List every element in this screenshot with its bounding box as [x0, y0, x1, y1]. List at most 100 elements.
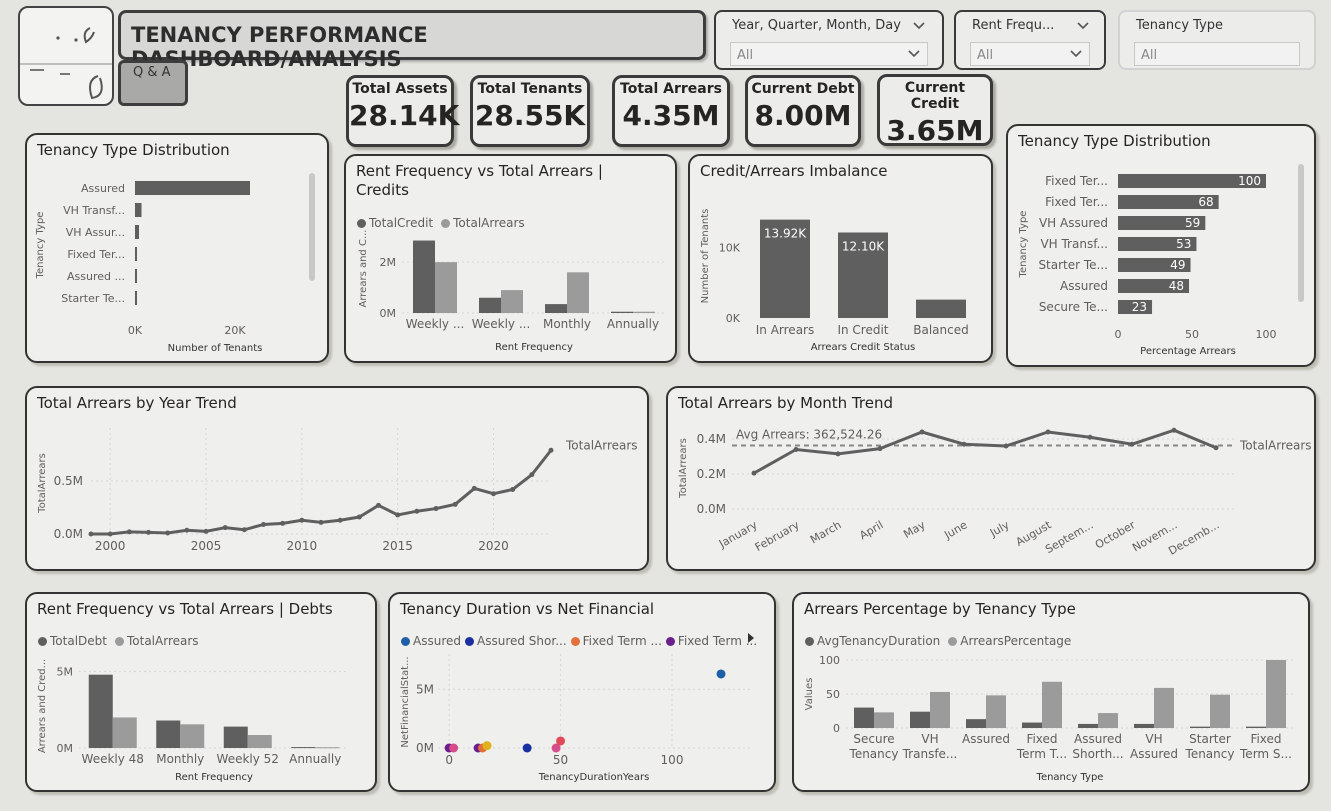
bar — [223, 726, 248, 748]
bar — [247, 735, 272, 748]
y-tick-label: 0M — [57, 742, 74, 755]
chart-plot: 0M 5M 0 50 100 TenancyDurationYears NetFinanci… — [400, 654, 750, 783]
data-point — [414, 508, 420, 514]
y-tick-label: 0.5M — [54, 474, 83, 488]
qa-button[interactable]: Q & A — [118, 60, 188, 106]
date-slicer-dropdown[interactable]: All — [730, 42, 928, 66]
data-label: 100 — [1238, 174, 1261, 188]
chevron-down-icon[interactable] — [912, 21, 926, 31]
data-label: 49 — [1170, 258, 1185, 272]
data-point — [510, 486, 516, 492]
bar — [135, 291, 137, 305]
y-tick-label: 0 — [833, 722, 840, 735]
y-tick-label: Fixed Ter... — [67, 248, 125, 261]
card-rent-freq-debt[interactable]: Rent Frequency vs Total Arrears | Debts … — [25, 592, 377, 792]
x-tick-label: Starter — [1189, 732, 1231, 746]
data-point — [452, 501, 458, 507]
x-tick-label: 0K — [128, 324, 143, 337]
bar — [291, 747, 316, 749]
tenancy-type-slicer-dropdown[interactable]: All — [1134, 42, 1300, 66]
data-point — [548, 447, 554, 453]
rent-frequency-slicer[interactable]: Rent Frequ... All — [954, 10, 1106, 70]
x-tick-label: Weekly ... — [472, 317, 531, 331]
data-point — [919, 429, 925, 435]
data-point — [376, 502, 381, 508]
tenancy-type-slicer[interactable]: Tenancy Type All — [1118, 10, 1316, 70]
y-axis-title: TotalArrears — [37, 453, 48, 514]
bar — [611, 311, 633, 313]
y-axis-title: Number of Tenants — [700, 209, 711, 304]
rent-frequency-slicer-dropdown[interactable]: All — [970, 42, 1090, 66]
x-axis-title: TenancyDurationYears — [538, 772, 650, 783]
chart-plot: 0M 2M Weekly ... Weekly ... Monthly Annually R… — [358, 230, 666, 353]
card-arrears-year[interactable]: Total Arrears by Year Trend 0.0M 0.5M 2000… — [25, 386, 649, 571]
y-axis-title: Tenancy Type — [1018, 211, 1029, 279]
x-axis-title: Rent Frequency — [175, 772, 253, 783]
data-point — [1003, 443, 1009, 449]
bar — [435, 262, 457, 313]
x-tick-label: 0 — [1115, 328, 1122, 341]
bar — [315, 747, 340, 749]
y-tick-label: VH Assur... — [66, 226, 125, 239]
x-tick-label: Monthly — [543, 317, 591, 331]
data-point — [261, 521, 266, 527]
card-arrears-pct-type[interactable]: Arrears Percentage by Tenancy Type AvgTe… — [792, 592, 1310, 792]
x-axis-title: Rent Frequency — [495, 342, 573, 353]
y-tick-label: Assured — [1060, 279, 1108, 293]
bar — [966, 719, 986, 728]
x-tick-label: Term S... — [1239, 747, 1292, 761]
kpi-total-arrears: Total Arrears 4.35M — [612, 75, 730, 147]
data-point — [184, 527, 190, 533]
bar — [1098, 713, 1118, 728]
bar — [1246, 726, 1266, 728]
bar — [567, 272, 589, 313]
data-point — [491, 491, 496, 497]
data-point — [877, 446, 883, 452]
data-point — [88, 531, 94, 537]
x-tick-label: 0 — [445, 753, 453, 767]
y-tick-label: 0M — [416, 741, 434, 755]
data-label: 53 — [1176, 237, 1191, 251]
kpi-total-tenants: Total Tenants 28.55K — [470, 75, 590, 147]
bar — [112, 717, 137, 748]
x-tick-label: 2010 — [287, 539, 318, 553]
x-axis-title: Number of Tenants — [168, 343, 263, 354]
card-tenancy-type-count[interactable]: Tenancy Type Distribution 0K 20K Assured VH… — [25, 133, 329, 363]
kpi-value: 3.65M — [886, 114, 984, 147]
y-tick-label: VH Transf... — [1040, 237, 1108, 251]
x-tick-label: Septem... — [1043, 518, 1095, 556]
date-slicer[interactable]: Year, Quarter, Month, Day All — [714, 10, 944, 70]
date-slicer-label: Year, Quarter, Month, Day — [732, 18, 901, 33]
card-duration-vs-net[interactable]: Tenancy Duration vs Net Financial Assure… — [388, 592, 776, 792]
tenancy-type-slicer-value: All — [1141, 48, 1158, 63]
x-tick-label: 2005 — [191, 539, 222, 553]
data-point — [356, 514, 362, 520]
date-slicer-value: All — [737, 48, 754, 63]
card-rent-freq-credit[interactable]: Rent Frequency vs Total Arrears | Credit… — [344, 154, 677, 363]
card-tenancy-type-pct[interactable]: Tenancy Type Distribution 0 50 100 Fixed Te… — [1006, 124, 1316, 367]
card-credit-arrears-imbalance[interactable]: Credit/Arrears Imbalance 0K 10K 13.92K In A… — [688, 154, 993, 363]
data-point — [835, 451, 841, 457]
x-tick-label: Weekly ... — [406, 317, 465, 331]
kpi-value: 8.00M — [754, 99, 852, 132]
x-tick-label: Secure — [853, 732, 894, 746]
x-tick-label: 100 — [661, 753, 684, 767]
card-arrears-month[interactable]: Total Arrears by Month Trend 0.0M 0.2M 0.4… — [666, 386, 1316, 571]
kpi-current-debt: Current Debt 8.00M — [745, 75, 861, 147]
y-tick-label: Starter Te... — [1038, 258, 1108, 272]
kpi-value: 28.55K — [474, 99, 586, 132]
y-tick-label: Fixed Ter... — [1045, 174, 1108, 188]
x-tick-label: 50 — [1185, 328, 1199, 341]
kpi-value: 4.35M — [622, 99, 720, 132]
x-tick-label: July — [987, 518, 1012, 540]
data-point — [961, 441, 967, 447]
bar — [874, 712, 894, 728]
chevron-down-icon[interactable] — [1076, 21, 1090, 31]
kpi-title: Total Arrears — [620, 81, 722, 97]
y-axis-title: TotalArrears — [678, 438, 689, 499]
y-tick-label: 10K — [719, 241, 741, 254]
chart-plot: 0 50 100 Fixed Ter... 100 Fixed Ter... 68 VH As… — [1018, 174, 1277, 357]
data-point — [299, 517, 305, 523]
bar — [135, 181, 250, 195]
y-tick-label: 50 — [826, 688, 840, 701]
